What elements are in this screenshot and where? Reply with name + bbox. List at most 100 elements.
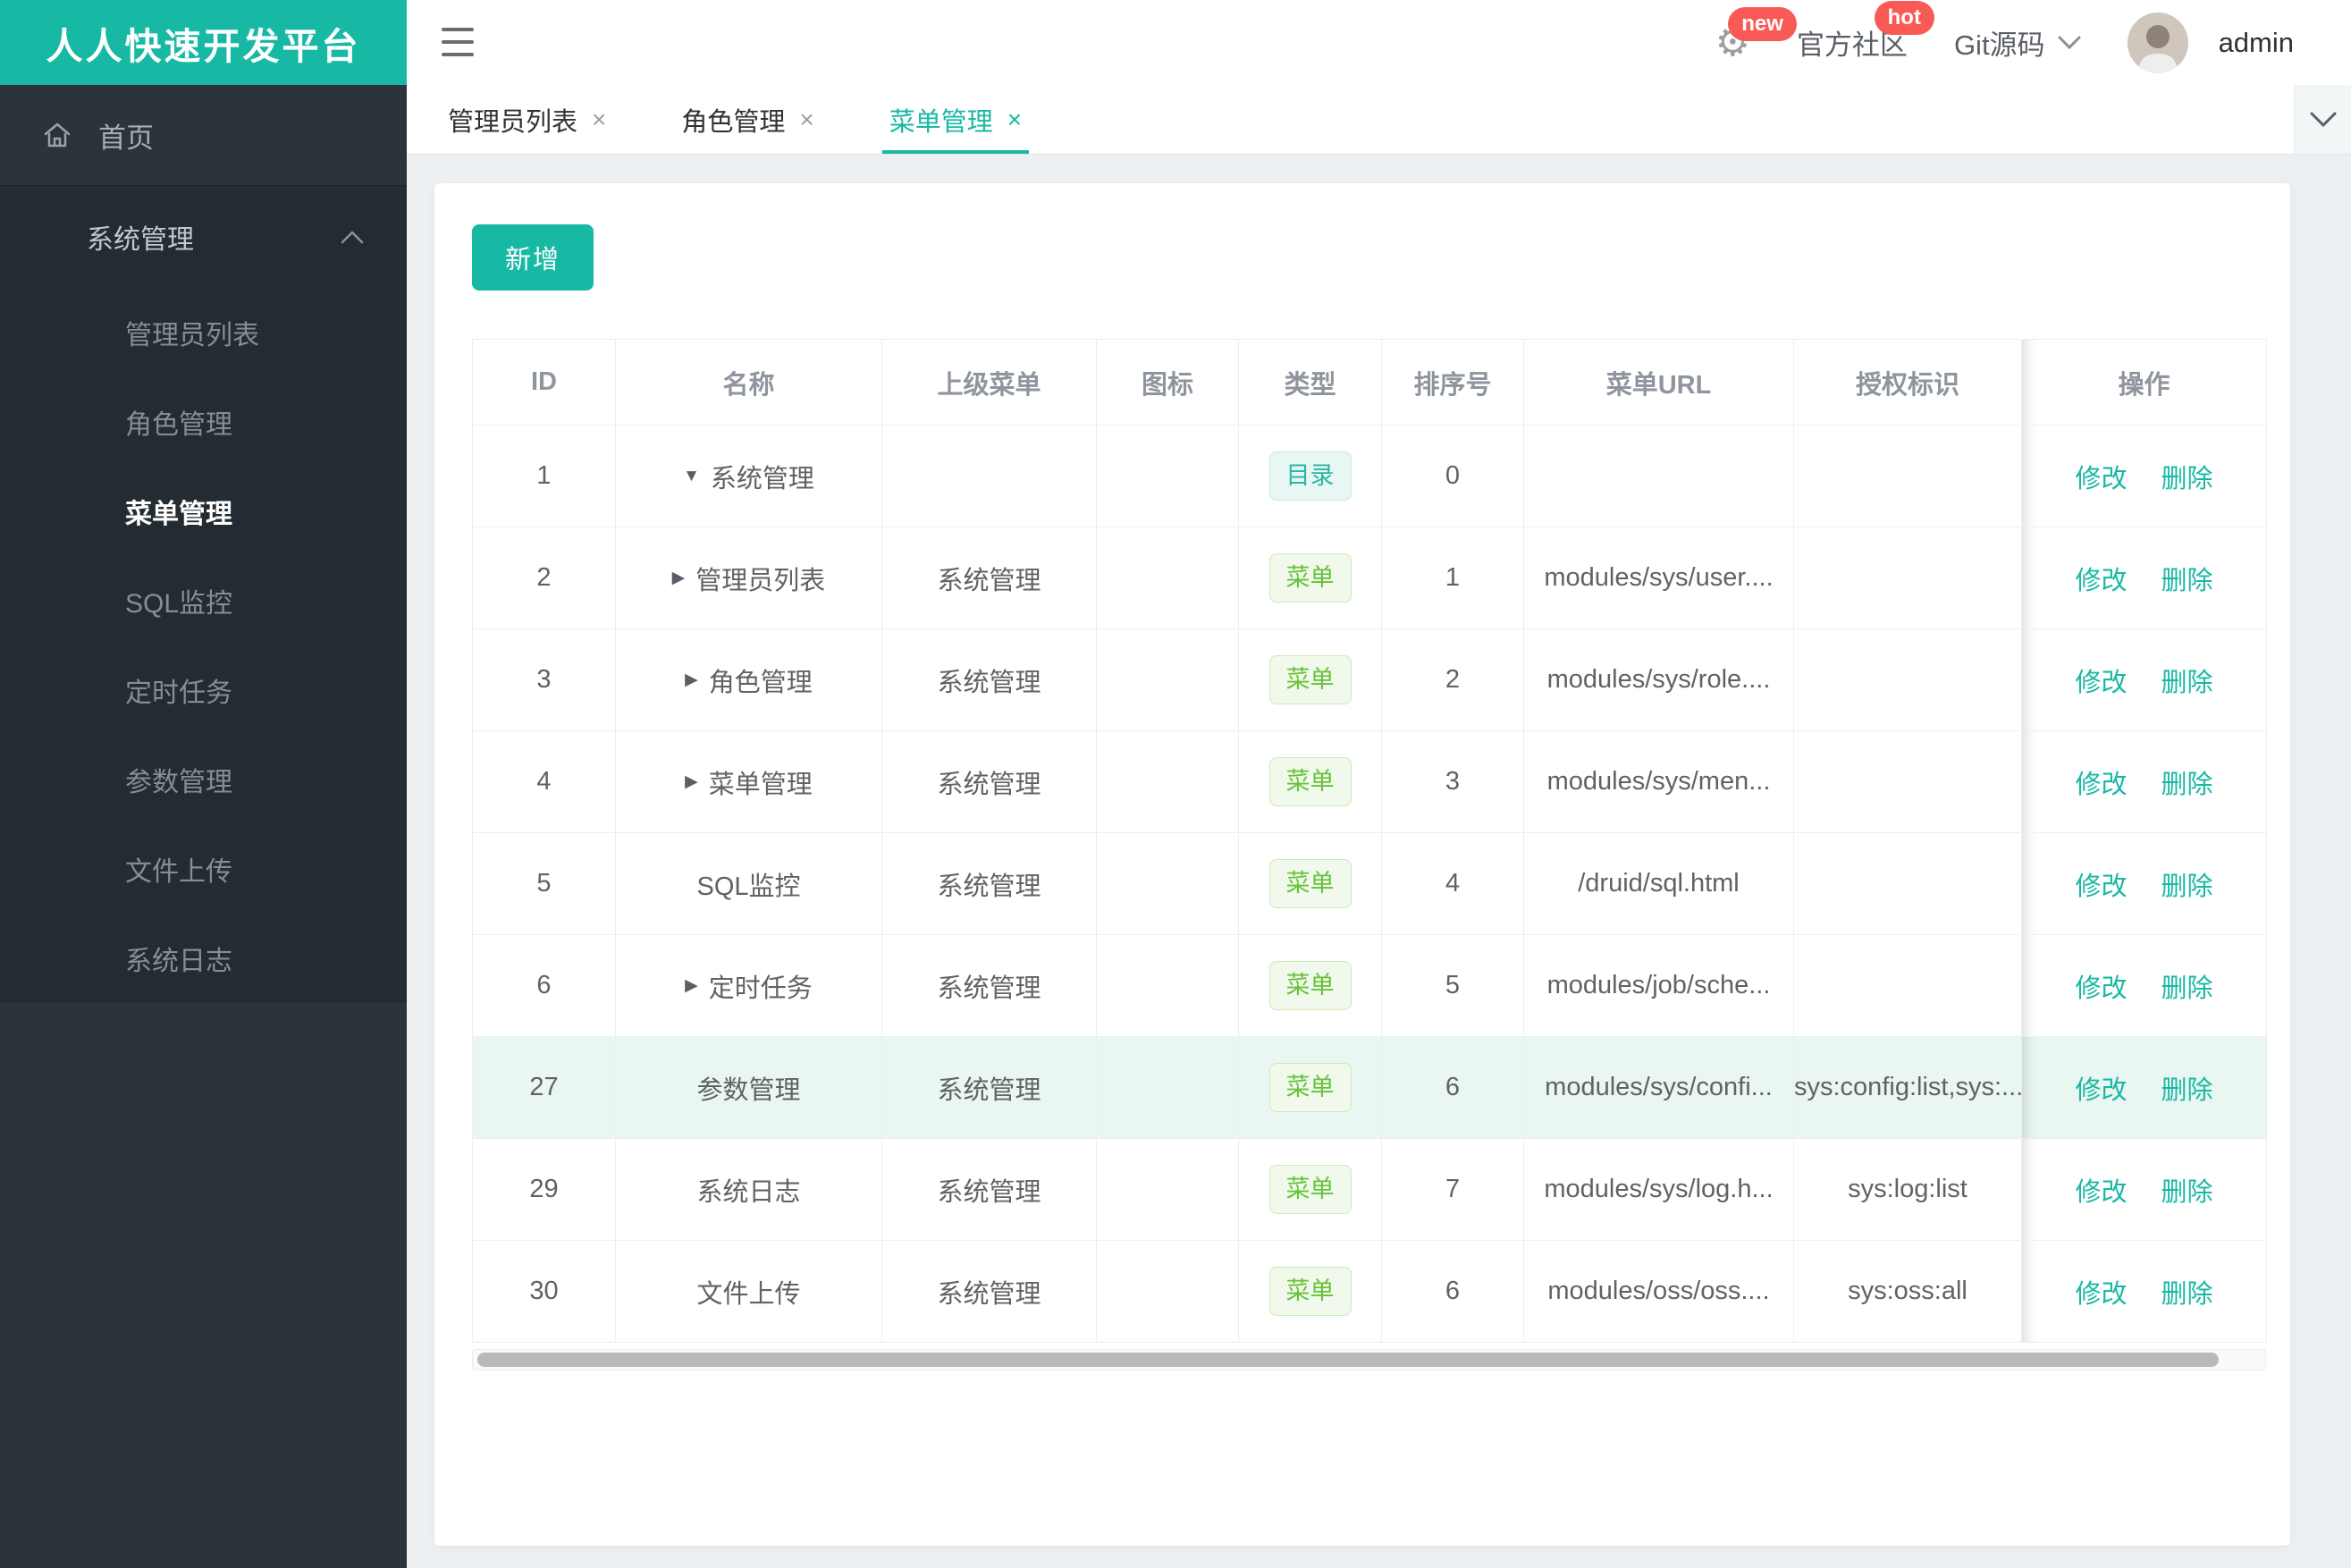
- edit-link[interactable]: 修改: [2075, 771, 2127, 799]
- edit-link[interactable]: 修改: [2075, 465, 2127, 493]
- close-icon[interactable]: ×: [799, 105, 813, 134]
- edit-link[interactable]: 修改: [2075, 1178, 2127, 1207]
- sidebar-item[interactable]: 参数管理: [0, 735, 407, 824]
- sidebar-item[interactable]: 管理员列表: [0, 288, 407, 377]
- avatar[interactable]: [2127, 12, 2188, 73]
- cell-menu-url: /druid/sql.html: [1523, 832, 1794, 935]
- cell-type: 菜单: [1238, 628, 1382, 731]
- delete-link[interactable]: 删除: [2161, 974, 2213, 1003]
- edit-link[interactable]: 修改: [2075, 1076, 2127, 1105]
- delete-link[interactable]: 删除: [2161, 771, 2213, 799]
- expand-arrow-icon[interactable]: ▼: [683, 467, 700, 486]
- delete-link[interactable]: 删除: [2161, 567, 2213, 595]
- tab[interactable]: 菜单管理 ×: [852, 85, 1059, 154]
- table-row[interactable]: 4 ▶ 菜单管理 系统管理 菜单 3 modules/sys/men... 修改…: [472, 730, 2267, 833]
- cell-order: 6: [1381, 1240, 1524, 1343]
- edit-link[interactable]: 修改: [2075, 873, 2127, 901]
- tab[interactable]: 角色管理 ×: [644, 85, 851, 154]
- expand-arrow-icon[interactable]: ▶: [685, 975, 698, 996]
- git-source-label: Git源码: [1953, 30, 2045, 61]
- settings-button[interactable]: ⚙ new: [1715, 6, 1797, 63]
- tabs-collapse-button[interactable]: [2294, 85, 2351, 154]
- expand-arrow-icon[interactable]: ▶: [685, 670, 698, 690]
- delete-link[interactable]: 删除: [2161, 1076, 2213, 1105]
- table-row[interactable]: 1 ▼ 系统管理 目录 0 修改 删除: [472, 425, 2267, 527]
- delete-link[interactable]: 删除: [2161, 1178, 2213, 1207]
- cell-menu-url: modules/sys/log.h...: [1523, 1138, 1794, 1241]
- sidebar-group-header[interactable]: 系统管理: [0, 186, 407, 288]
- cell-permission: sys:oss:all: [1793, 1240, 2022, 1343]
- delete-link[interactable]: 删除: [2161, 669, 2213, 697]
- edit-link[interactable]: 修改: [2075, 567, 2127, 595]
- delete-link[interactable]: 删除: [2161, 1280, 2213, 1309]
- cell-parent-menu: 系统管理: [881, 832, 1097, 935]
- edit-link[interactable]: 修改: [2075, 1280, 2127, 1309]
- cell-icon: [1096, 1138, 1239, 1241]
- type-badge: 菜单: [1268, 859, 1352, 908]
- sidebar-item[interactable]: 文件上传: [0, 824, 407, 914]
- sidebar-item[interactable]: 角色管理: [0, 377, 407, 467]
- cell-type: 菜单: [1238, 934, 1382, 1037]
- cell-name: 系统日志: [615, 1138, 882, 1241]
- sidebar-item[interactable]: 菜单管理: [0, 467, 407, 556]
- tab-bar: 管理员列表 × 角色管理 × 菜单管理 ×: [407, 85, 2351, 155]
- cell-order: 3: [1381, 730, 1524, 833]
- cell-menu-url: modules/sys/role....: [1523, 628, 1794, 731]
- cell-menu-url: modules/sys/user....: [1523, 527, 1794, 629]
- menu-management-panel: 新增 ID 名称 上级菜单 图标 类型 排序号 菜单URL 授权标识 操作 1 ▼ 系统管理 目…: [434, 183, 2290, 1546]
- table-row[interactable]: 29 系统日志 系统管理 菜单 7 modules/sys/log.h... s…: [472, 1138, 2267, 1241]
- close-icon[interactable]: ×: [1007, 105, 1022, 134]
- cell-permission: [1793, 730, 2022, 833]
- table-row[interactable]: 27 参数管理 系统管理 菜单 6 modules/sys/confi... s…: [472, 1036, 2267, 1139]
- cell-id: 3: [472, 628, 616, 731]
- user-photo: [2127, 12, 2188, 73]
- delete-link[interactable]: 删除: [2161, 873, 2213, 901]
- type-badge: 目录: [1268, 451, 1352, 501]
- cell-type: 菜单: [1238, 1036, 1382, 1139]
- table-header-row: ID 名称 上级菜单 图标 类型 排序号 菜单URL 授权标识 操作: [472, 339, 2267, 426]
- sidebar-item[interactable]: SQL监控: [0, 556, 407, 645]
- expand-arrow-icon[interactable]: ▶: [685, 771, 698, 792]
- type-badge: 菜单: [1268, 655, 1352, 704]
- add-button[interactable]: 新增: [472, 224, 594, 291]
- scrollbar-thumb[interactable]: [477, 1353, 2219, 1367]
- cell-order: 2: [1381, 628, 1524, 731]
- cell-id: 27: [472, 1036, 616, 1139]
- type-badge: 菜单: [1268, 553, 1352, 603]
- cell-parent-menu: 系统管理: [881, 1240, 1097, 1343]
- tab-label: 管理员列表: [448, 107, 578, 137]
- cell-name: SQL监控: [615, 832, 882, 935]
- sidebar-toggle-button[interactable]: [442, 28, 474, 56]
- table-row[interactable]: 6 ▶ 定时任务 系统管理 菜单 5 modules/job/sche... 修…: [472, 934, 2267, 1037]
- expand-arrow-icon[interactable]: ▶: [672, 568, 686, 588]
- sidebar-item-home[interactable]: 首页: [0, 85, 407, 185]
- close-icon[interactable]: ×: [592, 105, 606, 134]
- cell-actions: 修改 删除: [2021, 1138, 2267, 1241]
- tab-label: 角色管理: [681, 107, 786, 137]
- edit-link[interactable]: 修改: [2075, 974, 2127, 1003]
- type-badge: 菜单: [1268, 1063, 1352, 1112]
- cell-parent-menu: 系统管理: [881, 730, 1097, 833]
- table-row[interactable]: 5 SQL监控 系统管理 菜单 4 /druid/sql.html 修改 删除: [472, 832, 2267, 935]
- table-row[interactable]: 3 ▶ 角色管理 系统管理 菜单 2 modules/sys/role.... …: [472, 628, 2267, 731]
- sidebar-item[interactable]: 系统日志: [0, 914, 407, 1003]
- cell-permission: [1793, 934, 2022, 1037]
- cell-permission: [1793, 832, 2022, 935]
- cell-actions: 修改 删除: [2021, 1240, 2267, 1343]
- edit-link[interactable]: 修改: [2075, 669, 2127, 697]
- table-body: 1 ▼ 系统管理 目录 0 修改 删除 2 ▶ 管理员列表 系统管理 菜单 1 …: [472, 425, 2267, 1343]
- column-header: 授权标识: [1793, 339, 2022, 426]
- tab[interactable]: 管理员列表 ×: [410, 85, 644, 154]
- cell-order: 4: [1381, 832, 1524, 935]
- community-link[interactable]: 官方社区 hot: [1797, 1, 1934, 63]
- delete-link[interactable]: 删除: [2161, 465, 2213, 493]
- cell-menu-url: [1523, 425, 1794, 527]
- sidebar-item[interactable]: 定时任务: [0, 645, 407, 735]
- table-row[interactable]: 30 文件上传 系统管理 菜单 6 modules/oss/oss.... sy…: [472, 1240, 2267, 1343]
- table-row[interactable]: 2 ▶ 管理员列表 系统管理 菜单 1 modules/sys/user....…: [472, 527, 2267, 629]
- horizontal-scrollbar[interactable]: [472, 1349, 2266, 1370]
- cell-type: 目录: [1238, 425, 1382, 527]
- cell-actions: 修改 删除: [2021, 527, 2267, 629]
- cell-menu-url: modules/sys/men...: [1523, 730, 1794, 833]
- git-source-dropdown[interactable]: Git源码: [1954, 22, 2081, 63]
